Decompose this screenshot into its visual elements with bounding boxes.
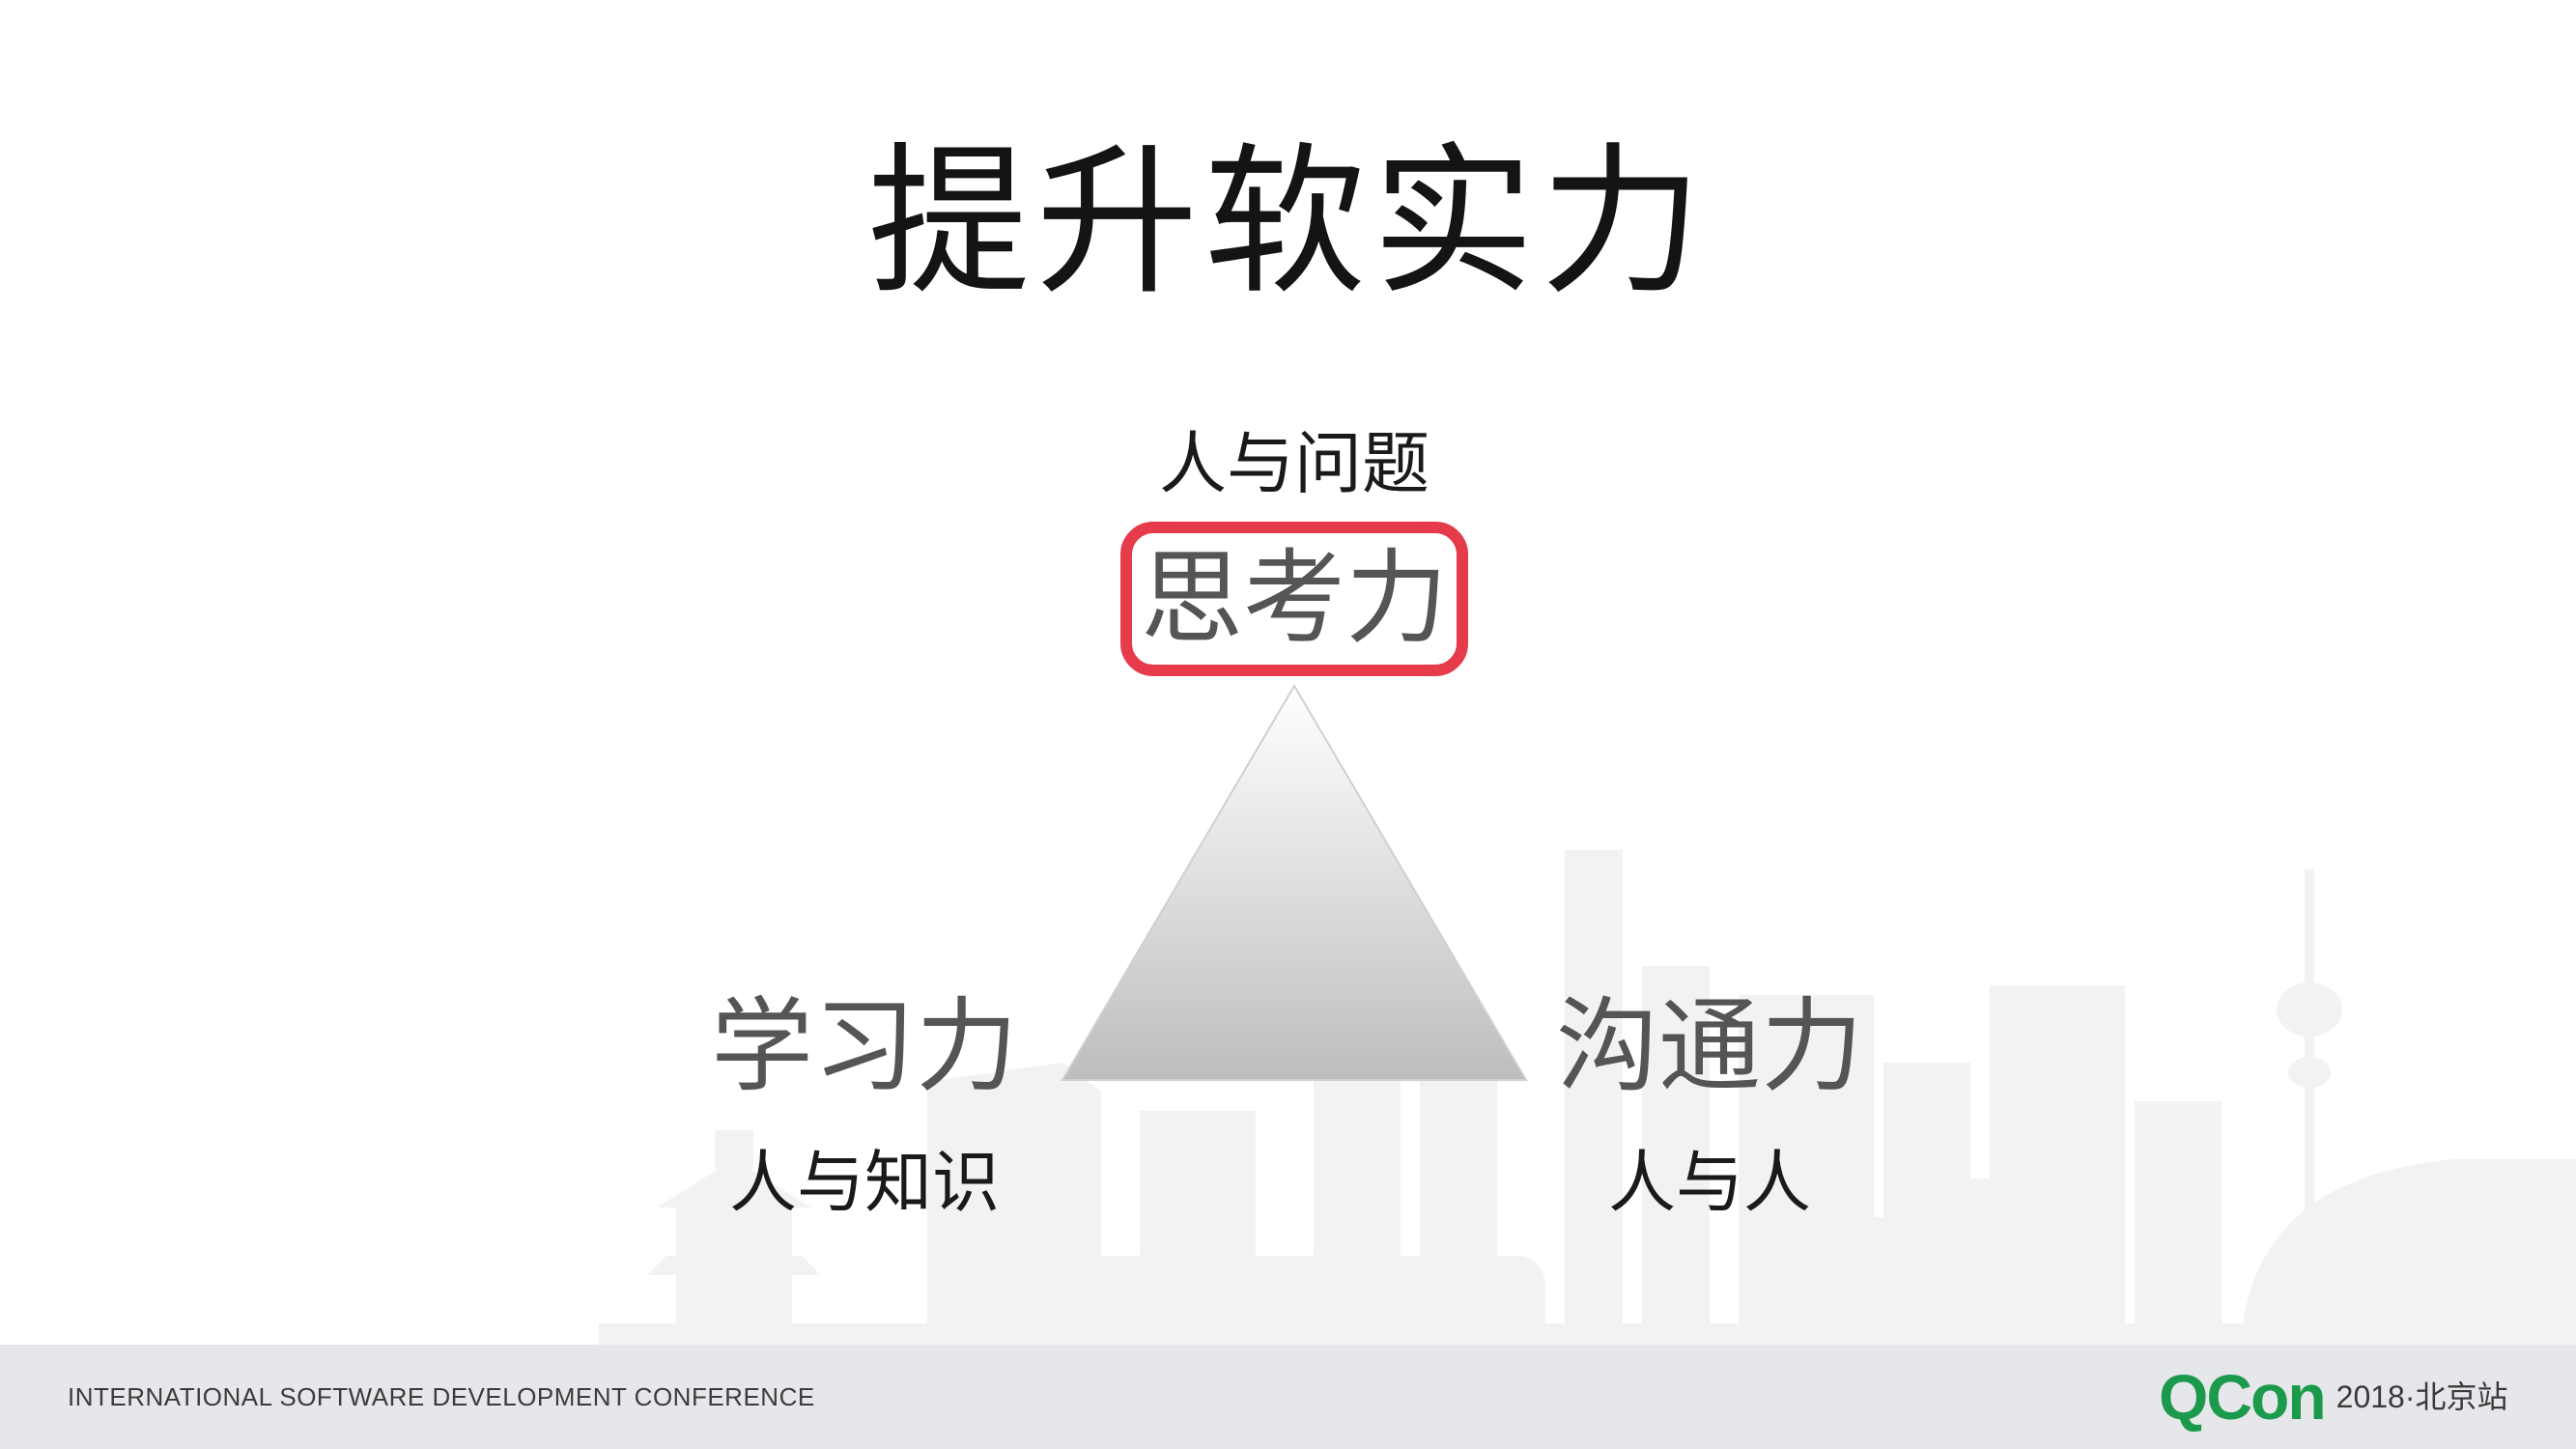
top-node-label: 思考力 [1141, 539, 1448, 658]
right-node-label: 沟通力 [1556, 987, 1863, 1106]
left-node-label: 学习力 [711, 987, 1018, 1106]
edition-label: 2018·北京站 [2335, 1379, 2508, 1414]
left-caption: 人与知识 [729, 1143, 1000, 1222]
slide: 提升软实力 人与问题 思考力 学习力 人与知识 沟通力 人与人 INTERNAT… [0, 0, 2576, 1449]
conference-name: INTERNATIONAL SOFTWARE DEVELOPMENT CONFE… [68, 1382, 815, 1411]
top-caption: 人与问题 [1159, 424, 1430, 503]
right-caption: 人与人 [1608, 1143, 1811, 1222]
pyramid-shape [1061, 684, 1528, 1081]
footer-bar: INTERNATIONAL SOFTWARE DEVELOPMENT CONFE… [0, 1345, 2576, 1449]
qcon-logo: QCon 2018·北京站 [2159, 1358, 2508, 1435]
logo-text: QCon [2159, 1361, 2327, 1433]
